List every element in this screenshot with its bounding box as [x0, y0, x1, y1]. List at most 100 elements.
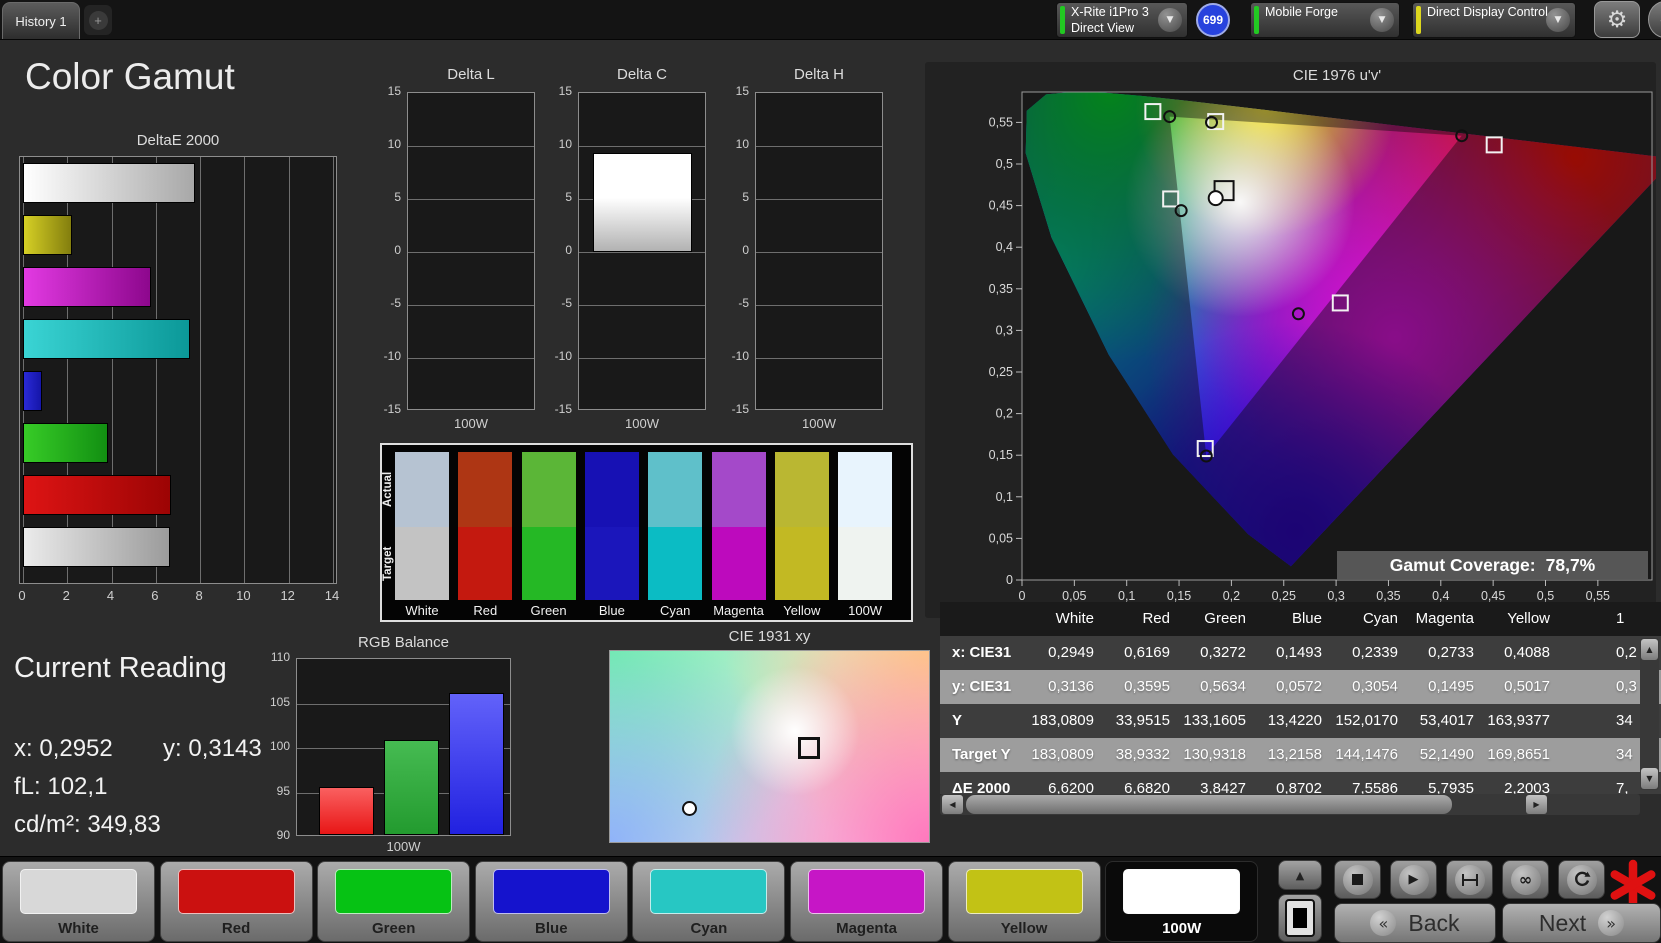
- svg-text:0: 0: [1019, 589, 1026, 603]
- column-header-yellow: Yellow: [1507, 610, 1550, 627]
- table-cell: 169,8651: [1487, 746, 1550, 763]
- measurement-table: White Red Green Blue Cyan Magenta Yellow 1 x: CI…: [940, 602, 1661, 794]
- svg-text:0,5: 0,5: [996, 157, 1013, 171]
- svg-text:0,45: 0,45: [989, 199, 1013, 213]
- pattern-source-dropdown[interactable]: Mobile Forge ▼: [1250, 2, 1400, 38]
- svg-text:0,3: 0,3: [1327, 589, 1344, 603]
- table-row: Y 183,0809 33,9515 133,1605 13,4220 152,0170 5…: [940, 704, 1661, 738]
- patch-button-green[interactable]: Green: [317, 861, 471, 942]
- current-reading-fl: fL: 102,1: [14, 773, 108, 800]
- add-tab-button[interactable]: +: [84, 5, 112, 35]
- loop-button[interactable]: ∞: [1502, 860, 1549, 899]
- refresh-button[interactable]: [1558, 860, 1605, 899]
- patch-button-100w[interactable]: 100W: [1105, 861, 1259, 942]
- patch-button-yellow[interactable]: Yellow: [947, 861, 1101, 942]
- table-horizontal-scrollbar[interactable]: ◀ ▶: [940, 794, 1640, 815]
- delta_l-title: Delta L: [447, 66, 495, 83]
- play-button[interactable]: ▶: [1390, 860, 1437, 899]
- color-patch: [650, 869, 768, 914]
- patch-label: Red: [221, 920, 251, 937]
- table-cell: 0,2339: [1352, 644, 1398, 661]
- table-cell: 52,1490: [1419, 746, 1474, 763]
- table-cell: 5,7935: [1428, 780, 1474, 794]
- loop-icon: ∞: [1510, 864, 1541, 895]
- color-patch: [1123, 869, 1241, 914]
- swatch-actual-100w: [838, 452, 893, 527]
- table-cell: 0,2949: [1048, 644, 1094, 661]
- meter-name: X-Rite i1Pro 3: [1071, 5, 1149, 19]
- svg-text:0,4: 0,4: [996, 240, 1013, 254]
- table-cell: 2,2003: [1504, 780, 1550, 794]
- pattern-window-up-button[interactable]: ▲: [1278, 860, 1322, 890]
- patch-button-white[interactable]: White: [2, 861, 155, 942]
- swatch-target-cyan: [648, 527, 703, 600]
- deltae-bar-green: [23, 423, 109, 463]
- table-vertical-scrollbar[interactable]: ▲ ▼: [1640, 638, 1659, 790]
- rgb-balance-plot: [296, 658, 511, 836]
- gridline: [244, 157, 246, 583]
- pattern-status-indicator: [1254, 6, 1259, 34]
- axis-tick-label: 0: [394, 243, 401, 257]
- cie1931-target-marker: [798, 736, 821, 759]
- table-cell: 13,4220: [1267, 712, 1322, 729]
- patch-button-magenta[interactable]: Magenta: [790, 861, 943, 942]
- axis-tick-label: 8: [195, 588, 203, 603]
- display-control-dropdown[interactable]: Direct Display Control ▼: [1412, 2, 1576, 38]
- table-cell-clipped: 0,3: [1616, 678, 1637, 695]
- svg-text:0,2: 0,2: [1223, 589, 1240, 603]
- svg-text:0,15: 0,15: [1167, 589, 1191, 603]
- axis-tick-label: 0: [565, 243, 572, 257]
- cie1931-diagram: [609, 650, 930, 843]
- pattern-window-button[interactable]: [1278, 894, 1322, 942]
- axis-tick-label: 14: [324, 588, 340, 603]
- gamut-coverage-value: 78,7%: [1545, 554, 1596, 575]
- patch-button-blue[interactable]: Blue: [474, 861, 628, 942]
- axis-tick-label: 0: [18, 588, 26, 603]
- gridline: [579, 358, 705, 359]
- meter-count-badge[interactable]: 699: [1196, 3, 1230, 37]
- axis-tick-label: 12: [280, 588, 295, 603]
- scrollbar-thumb[interactable]: [966, 795, 1452, 814]
- stop-button[interactable]: [1334, 860, 1381, 899]
- column-header-cyan: Cyan: [1362, 610, 1398, 627]
- scroll-up-button[interactable]: ▲: [1641, 639, 1658, 660]
- svg-text:0,1: 0,1: [1118, 589, 1135, 603]
- chevron-down-icon[interactable]: ▼: [1546, 8, 1570, 32]
- swatch-comparison-panel: Actual Target White Red Green Blue Cyan Magenta…: [380, 443, 913, 622]
- svg-text:0,55: 0,55: [1586, 589, 1610, 603]
- chevron-down-icon[interactable]: ▼: [1370, 8, 1394, 32]
- chevron-down-icon[interactable]: ▼: [1158, 8, 1182, 32]
- table-cell: 133,1605: [1183, 712, 1246, 729]
- table-cell: 0,6169: [1124, 644, 1170, 661]
- scroll-right-button[interactable]: ▶: [1526, 795, 1547, 814]
- patch-button-cyan[interactable]: Cyan: [632, 861, 786, 942]
- marker-button[interactable]: [1446, 860, 1493, 899]
- swatch-target-green: [521, 527, 576, 600]
- stop-glyph: [1352, 874, 1363, 885]
- next-button[interactable]: Next »: [1502, 903, 1661, 943]
- measured-marker-white: [1207, 190, 1224, 207]
- row-label: Target Y: [952, 746, 1011, 763]
- back-button[interactable]: « Back: [1334, 903, 1496, 943]
- axis-tick-label: 4: [106, 588, 115, 603]
- axis-category-label: 100W: [386, 839, 421, 854]
- current-reading-cd: cd/m²: 349,83: [14, 811, 161, 838]
- scroll-down-button[interactable]: ▼: [1641, 768, 1658, 789]
- cie1976-diagram: 0 0,05 0,1 0,15 0,2 0,25 0,3 0,35 0,4 0,45 0,5 0,55…: [989, 91, 1656, 603]
- collapse-panel-button[interactable]: ◀: [1648, 1, 1661, 38]
- scroll-left-button[interactable]: ◀: [942, 795, 963, 814]
- corner-cell: [940, 602, 1028, 636]
- svg-text:0,25: 0,25: [989, 365, 1013, 379]
- axis-tick-label: 105: [269, 694, 290, 709]
- column-header-blue: Blue: [1291, 610, 1322, 627]
- swatch-actual-white: [395, 452, 449, 527]
- cie1976-panel: CIE 1976 u'v' 0 0,05 0,1 0,15 0,2 0,25 0…: [925, 62, 1656, 618]
- patch-button-red[interactable]: Red: [159, 861, 313, 942]
- settings-button[interactable]: ⚙: [1594, 1, 1640, 38]
- gridline: [579, 252, 705, 253]
- top-bar: History 1 + X-Rite i1Pro 3 Direct View ▼…: [0, 0, 1661, 40]
- meter-dropdown[interactable]: X-Rite i1Pro 3 Direct View ▼: [1056, 2, 1188, 38]
- svg-text:0,1: 0,1: [996, 490, 1013, 504]
- axis-tick-label: 95: [276, 783, 290, 798]
- tab-history[interactable]: History 1: [2, 2, 80, 39]
